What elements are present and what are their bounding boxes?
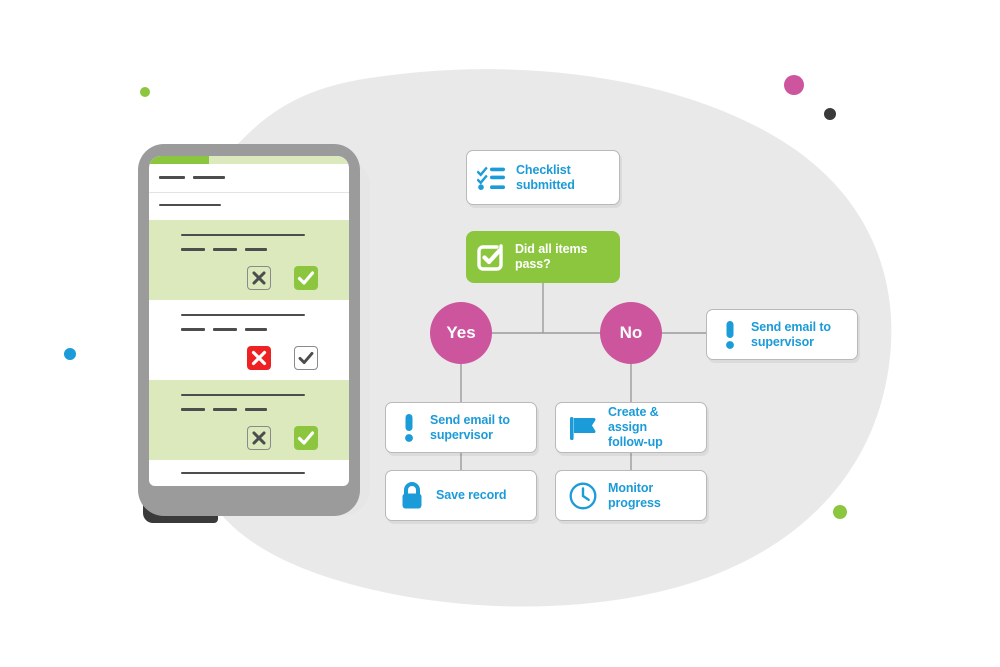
clock-icon <box>568 481 598 511</box>
node-label: Did all items pass? <box>515 242 588 271</box>
checkbox-check-icon <box>474 240 508 274</box>
row-dash-1 <box>181 328 205 331</box>
row-title-line <box>181 472 305 474</box>
node-label-line2: follow-up <box>608 434 663 449</box>
lock-icon <box>398 481 426 511</box>
row-title-line <box>181 314 305 316</box>
node-label-line1: Send email to <box>430 412 510 427</box>
branch-label: No <box>619 323 643 342</box>
green-dot-bottom-right <box>833 505 847 519</box>
node-label-line2: supervisor <box>751 334 814 349</box>
checklist-icon <box>477 164 507 192</box>
phone-screen <box>149 156 349 486</box>
node-save-record[interactable]: Save record <box>385 470 537 521</box>
branch-no[interactable]: No <box>600 302 662 364</box>
node-yes-send-email-to-supervisor[interactable]: Send email to supervisor <box>385 402 537 453</box>
row-pass-checkbox[interactable] <box>294 346 318 370</box>
row-dash-3 <box>245 328 267 331</box>
row-title-line <box>181 234 305 236</box>
phone-header-line-1 <box>159 176 185 179</box>
row-fail-checkbox[interactable] <box>247 426 271 450</box>
flag-icon <box>568 414 598 442</box>
row-dash-1 <box>181 248 205 251</box>
node-label: Save record <box>436 488 507 503</box>
row-pass-checkbox[interactable] <box>294 426 318 450</box>
phone-header-line-2 <box>193 176 225 179</box>
row-dash-2 <box>213 408 237 411</box>
row-pass-checkbox[interactable] <box>294 266 318 290</box>
node-label: Send email to supervisor <box>751 320 831 350</box>
node-label: Monitor progress <box>608 481 661 511</box>
branch-label: Yes <box>446 323 476 342</box>
branch-yes[interactable]: Yes <box>430 302 492 364</box>
node-monitor-progress[interactable]: Monitor progress <box>555 470 707 521</box>
row-fail-checkbox[interactable] <box>247 266 271 290</box>
row-dash-3 <box>245 408 267 411</box>
row-title-line <box>181 394 305 396</box>
node-label-line1: Send email to <box>751 319 831 334</box>
node-label: Create & assign follow-up <box>608 405 698 449</box>
exclamation-icon <box>398 413 420 443</box>
checklist-row-2[interactable] <box>149 300 349 380</box>
node-label-line1: Monitor <box>608 480 654 495</box>
exclamation-icon <box>719 320 741 350</box>
checklist-row-4[interactable] <box>149 460 349 486</box>
node-label: Checklist submitted <box>516 162 575 192</box>
blue-dot-left <box>64 348 76 360</box>
row-dash-2 <box>213 328 237 331</box>
checklist-row-3[interactable] <box>149 380 349 460</box>
magenta-dot-top-right <box>784 75 804 95</box>
progress-track <box>149 156 349 164</box>
node-label-line1: Save record <box>436 488 507 503</box>
illustration-canvas: Checklist submitted Did all items pass? … <box>0 0 1000 667</box>
phone-mockup <box>138 144 360 516</box>
node-label: Send email to supervisor <box>430 413 510 443</box>
green-dot-top-left <box>140 87 150 97</box>
node-checklist-submitted[interactable]: Checklist submitted <box>466 150 620 205</box>
progress-fill <box>149 156 209 164</box>
row-fail-checkbox[interactable] <box>247 346 271 370</box>
phone-header-divider <box>149 192 349 193</box>
node-create-assign-follow-up[interactable]: Create & assign follow-up <box>555 402 707 453</box>
node-no-send-email-to-supervisor[interactable]: Send email to supervisor <box>706 309 858 360</box>
node-label-line2: progress <box>608 495 661 510</box>
row-dash-3 <box>245 248 267 251</box>
phone-title-line <box>159 204 221 206</box>
row-dash-2 <box>213 248 237 251</box>
checklist-row-1[interactable] <box>149 220 349 300</box>
node-did-all-items-pass[interactable]: Did all items pass? <box>466 231 620 283</box>
dark-dot-top-right <box>824 108 836 120</box>
node-label-line1: Create & assign <box>608 405 659 435</box>
row-dash-1 <box>181 408 205 411</box>
node-label-line2: supervisor <box>430 427 493 442</box>
